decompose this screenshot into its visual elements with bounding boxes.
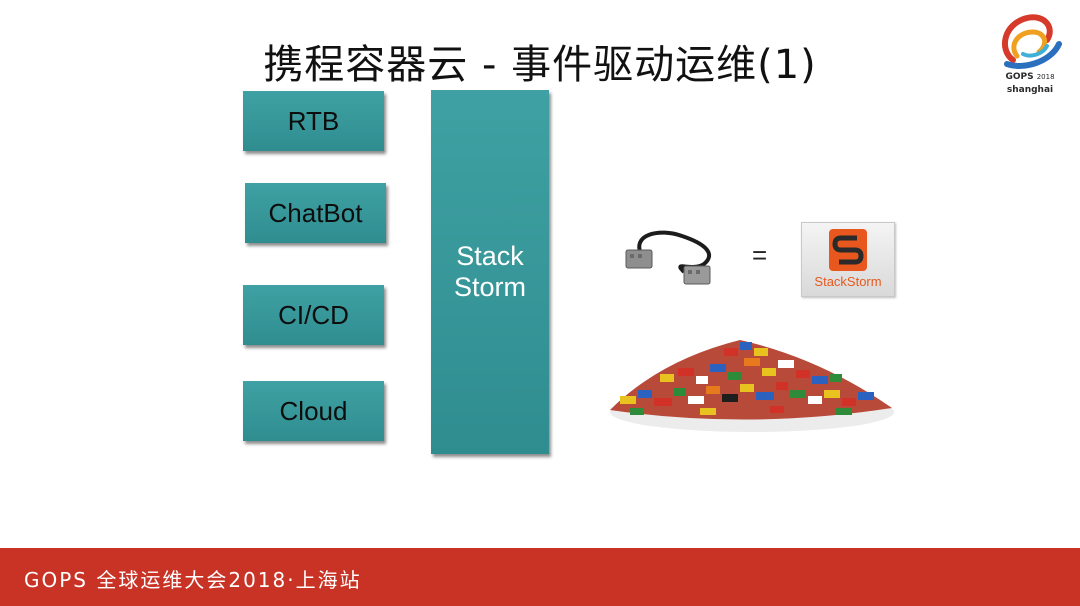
stackstorm-s-icon xyxy=(829,229,867,271)
slide-title: 携程容器云 - 事件驱动运维(1) xyxy=(263,42,817,88)
stackstorm-logo-text: StackStorm xyxy=(814,274,882,289)
cicd-box: CI/CD xyxy=(243,285,384,345)
footer-bar: GOPS 全球运维大会2018·上海站 xyxy=(0,548,1080,606)
chatbot-box: ChatBot xyxy=(245,183,386,243)
cable-connector-icon xyxy=(625,230,711,285)
lego-bricks-pile-image xyxy=(610,340,894,432)
stackstorm-line1: Stack xyxy=(456,241,524,271)
stackstorm-box: Stack Storm xyxy=(431,90,549,454)
logo-city: shanghai xyxy=(1006,85,1054,95)
stackstorm-logo: StackStorm xyxy=(801,222,895,297)
logo-event-year: GOPS 2018 xyxy=(993,72,1067,82)
logo-event: GOPS xyxy=(1005,72,1034,82)
cicd-label: CI/CD xyxy=(278,299,349,330)
chatbot-label: ChatBot xyxy=(268,197,363,228)
stackstorm-line2: Storm xyxy=(453,272,526,302)
cloud-box: Cloud xyxy=(243,381,384,441)
logo-year: 2018 xyxy=(1036,73,1055,81)
rtb-box: RTB xyxy=(243,91,384,151)
cloud-label: Cloud xyxy=(279,395,348,426)
footer-text: GOPS 全球运维大会2018·上海站 xyxy=(24,568,362,592)
gops-swirl-icon xyxy=(1002,14,1062,69)
rtb-label: RTB xyxy=(287,105,340,136)
equals-sign: = xyxy=(752,240,768,270)
gops-logo: GOPS 2018 shanghai xyxy=(993,10,1067,106)
